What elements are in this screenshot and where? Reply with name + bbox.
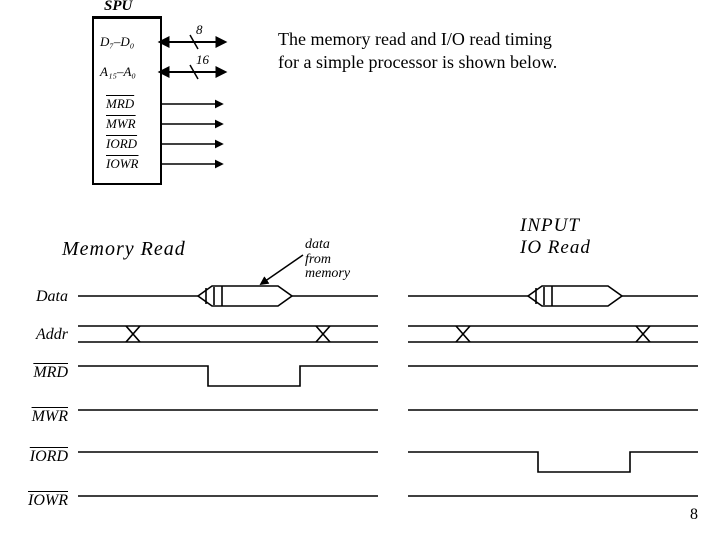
section-memory-read: Memory Read bbox=[62, 238, 186, 261]
timing-diagram bbox=[78, 280, 718, 530]
signal-mwr-label: MWR bbox=[8, 408, 68, 426]
caption-text: The memory read and I/O read timing for … bbox=[278, 28, 638, 75]
caption-line2: for a simple processor is shown below. bbox=[278, 52, 557, 72]
bus-width-addr: 16 bbox=[196, 52, 209, 68]
signal-iord-label: IORD bbox=[8, 448, 68, 466]
spu-pin-arrows bbox=[0, 0, 260, 200]
caption-line1: The memory read and I/O read timing bbox=[278, 29, 552, 49]
signal-addr-label: Addr bbox=[8, 326, 68, 344]
page-number: 8 bbox=[690, 506, 698, 524]
signal-mrd-label: MRD bbox=[8, 364, 68, 382]
section-io-read: INPUT IO Read bbox=[520, 215, 591, 259]
bus-width-data: 8 bbox=[196, 22, 203, 38]
signal-iowr-label: IOWR bbox=[8, 492, 68, 510]
signal-data-label: Data bbox=[8, 288, 68, 306]
